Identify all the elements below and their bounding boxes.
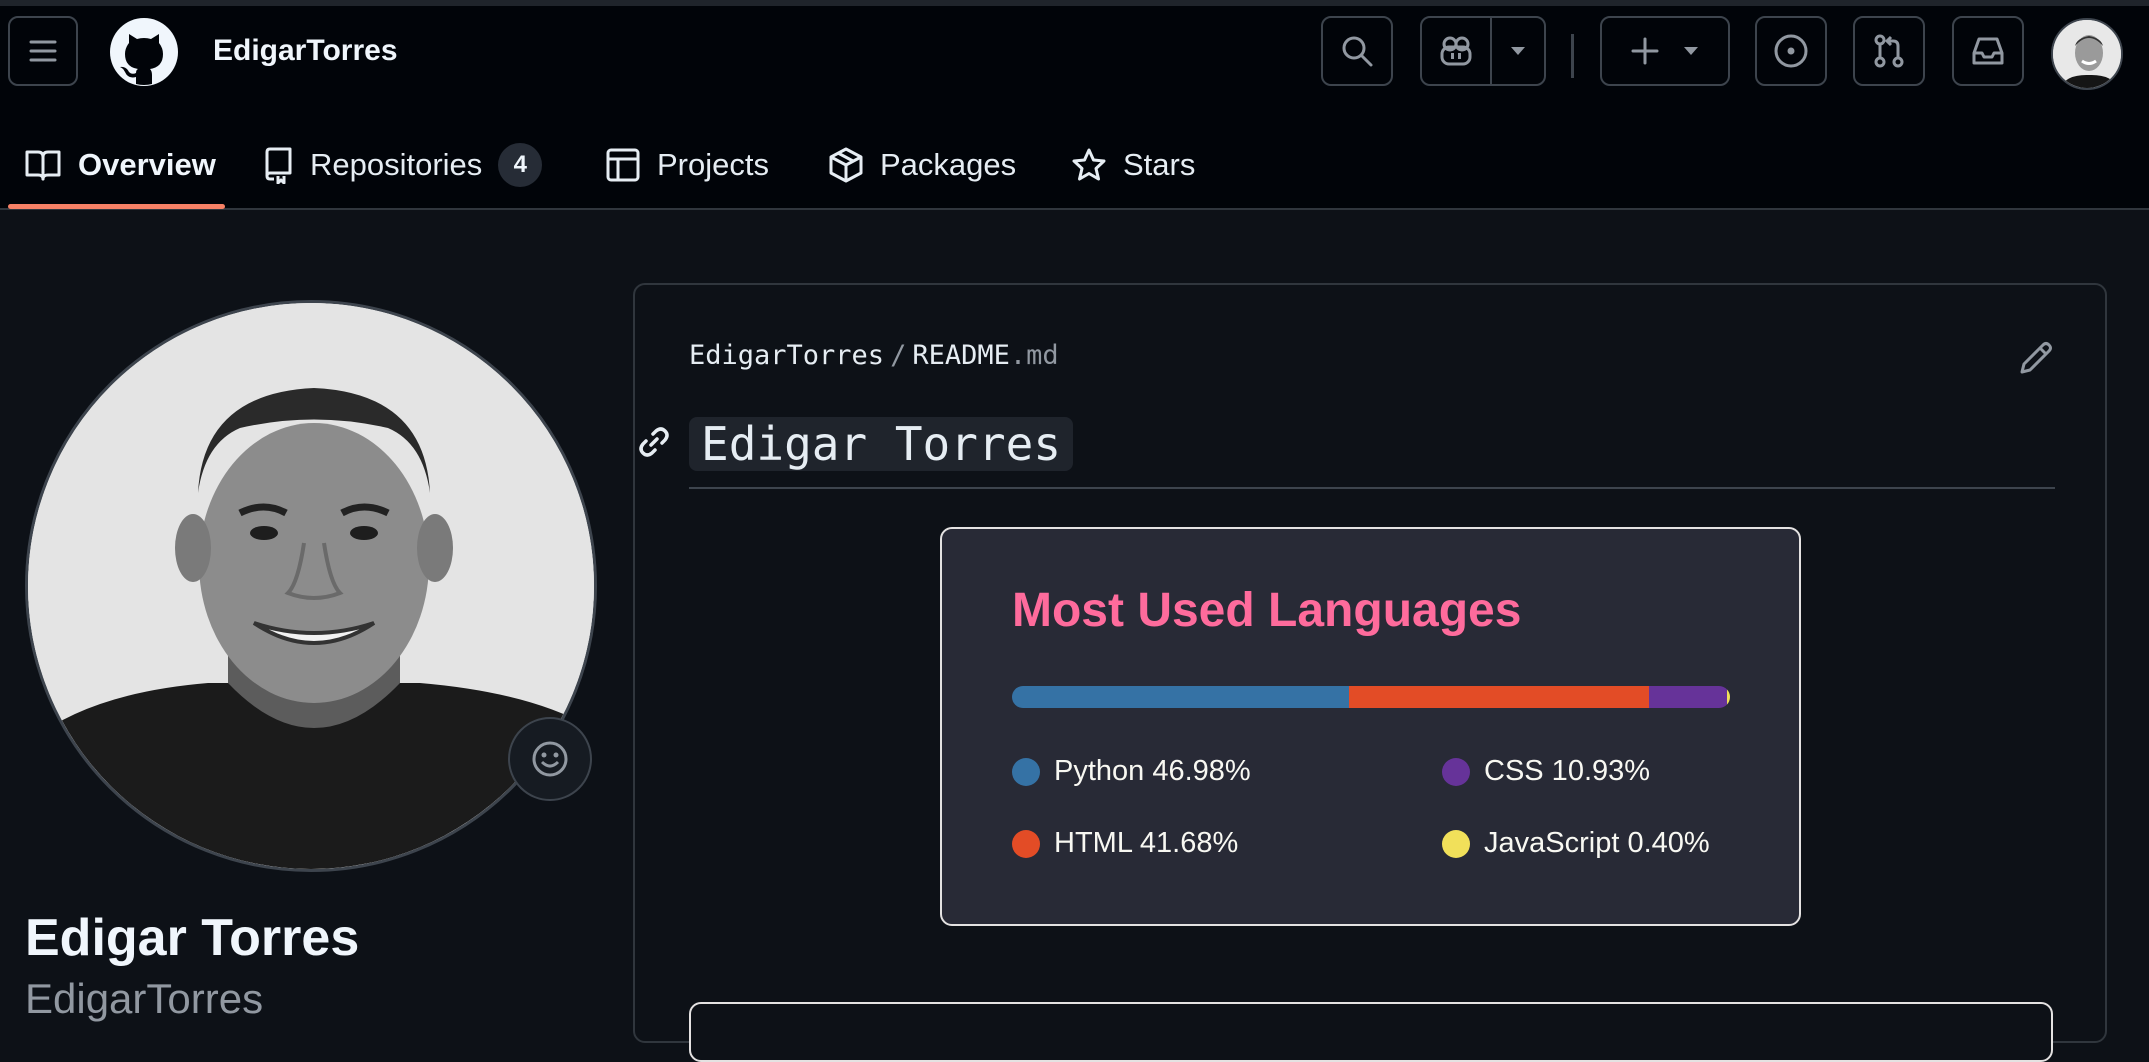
table-icon	[606, 148, 640, 182]
tab-overview-label: Overview	[78, 147, 216, 182]
chart-title: Most Used Languages	[1012, 584, 1522, 637]
set-status-button[interactable]	[508, 717, 592, 801]
active-tab-indicator	[8, 204, 225, 209]
repo-icon	[265, 147, 292, 184]
readme-owner-link[interactable]: EdigarTorres	[689, 340, 884, 371]
legend-label-css: CSS 10.93%	[1484, 755, 1651, 787]
issue-opened-icon	[1774, 34, 1808, 68]
readme-file-ext: .md	[1009, 340, 1059, 371]
tab-projects[interactable]: Projects	[605, 122, 769, 208]
readme-path: EdigarTorres / README.md	[689, 340, 1059, 371]
most-used-languages-card: Most Used Languages Python 46.98% HTML 4…	[940, 527, 1801, 926]
readme-file-name: README	[912, 340, 1010, 371]
bar-segment-javascript	[1727, 686, 1730, 708]
repositories-count-badge: 4	[498, 143, 543, 187]
bar-segment-html	[1349, 686, 1649, 708]
legend-python: Python 46.98%	[1012, 755, 1251, 788]
copilot-icon	[1440, 36, 1472, 66]
copilot-button[interactable]	[1422, 18, 1492, 84]
book-icon	[25, 150, 61, 181]
copilot-button-group	[1420, 16, 1546, 86]
tab-packages[interactable]: Packages	[828, 122, 1016, 208]
pull-requests-button[interactable]	[1853, 16, 1925, 86]
tab-stars[interactable]: Stars	[1071, 122, 1195, 208]
legend-dot-html	[1012, 829, 1040, 858]
tab-overview[interactable]: Overview	[24, 122, 216, 208]
tab-repositories-label: Repositories	[310, 147, 483, 182]
caret-down-icon	[1511, 47, 1525, 55]
star-icon	[1072, 148, 1106, 181]
header-username[interactable]: EdigarTorres	[213, 34, 398, 68]
link-icon[interactable]	[636, 424, 672, 460]
github-logo-icon[interactable]	[109, 17, 179, 87]
issues-button[interactable]	[1755, 16, 1827, 86]
bar-segment-css	[1648, 686, 1728, 708]
inbox-icon	[1972, 37, 2004, 65]
legend-dot-python	[1012, 757, 1040, 786]
copilot-dropdown-button[interactable]	[1492, 18, 1544, 84]
user-avatar-button[interactable]	[2051, 18, 2123, 90]
app-header: EdigarTorres Overview Repositories 4 Pro…	[0, 6, 2149, 210]
tab-projects-label: Projects	[657, 147, 769, 182]
search-button[interactable]	[1321, 16, 1393, 86]
legend-css: CSS 10.93%	[1442, 755, 1650, 788]
legend-dot-css	[1442, 757, 1470, 786]
legend-dot-javascript	[1442, 829, 1470, 858]
plus-icon	[1631, 37, 1659, 65]
profile-full-name: Edigar Torres	[25, 909, 360, 967]
readme-path-separator: /	[890, 340, 907, 371]
profile-avatar[interactable]	[25, 300, 597, 872]
legend-label-python: Python 46.98%	[1054, 755, 1251, 787]
caret-down-icon	[1684, 47, 1698, 55]
create-new-button[interactable]	[1600, 16, 1730, 86]
legend-label-javascript: JavaScript 0.40%	[1484, 827, 1710, 859]
profile-photo-image	[28, 303, 594, 869]
tab-repositories[interactable]: Repositories 4	[262, 122, 543, 208]
git-pull-request-icon	[1874, 34, 1904, 68]
tab-packages-label: Packages	[880, 147, 1017, 182]
search-icon	[1342, 36, 1373, 67]
heading-divider	[689, 487, 2055, 489]
legend-html: HTML 41.68%	[1012, 827, 1238, 860]
inbox-button[interactable]	[1952, 16, 2024, 86]
header-divider	[1571, 34, 1574, 78]
readme-second-card	[689, 1002, 2053, 1062]
languages-bar	[1012, 686, 1730, 708]
hamburger-icon	[29, 40, 57, 62]
tab-stars-label: Stars	[1123, 147, 1196, 182]
profile-login: EdigarTorres	[25, 975, 264, 1022]
menu-button[interactable]	[8, 16, 78, 86]
pencil-icon[interactable]	[2016, 338, 2056, 378]
smiley-icon	[532, 741, 568, 777]
user-avatar-image	[2053, 20, 2121, 88]
readme-heading: Edigar Torres	[689, 417, 1074, 471]
bar-segment-python	[1012, 686, 1350, 708]
legend-label-html: HTML 41.68%	[1054, 827, 1239, 859]
legend-javascript: JavaScript 0.40%	[1442, 827, 1710, 860]
package-icon	[829, 147, 863, 183]
